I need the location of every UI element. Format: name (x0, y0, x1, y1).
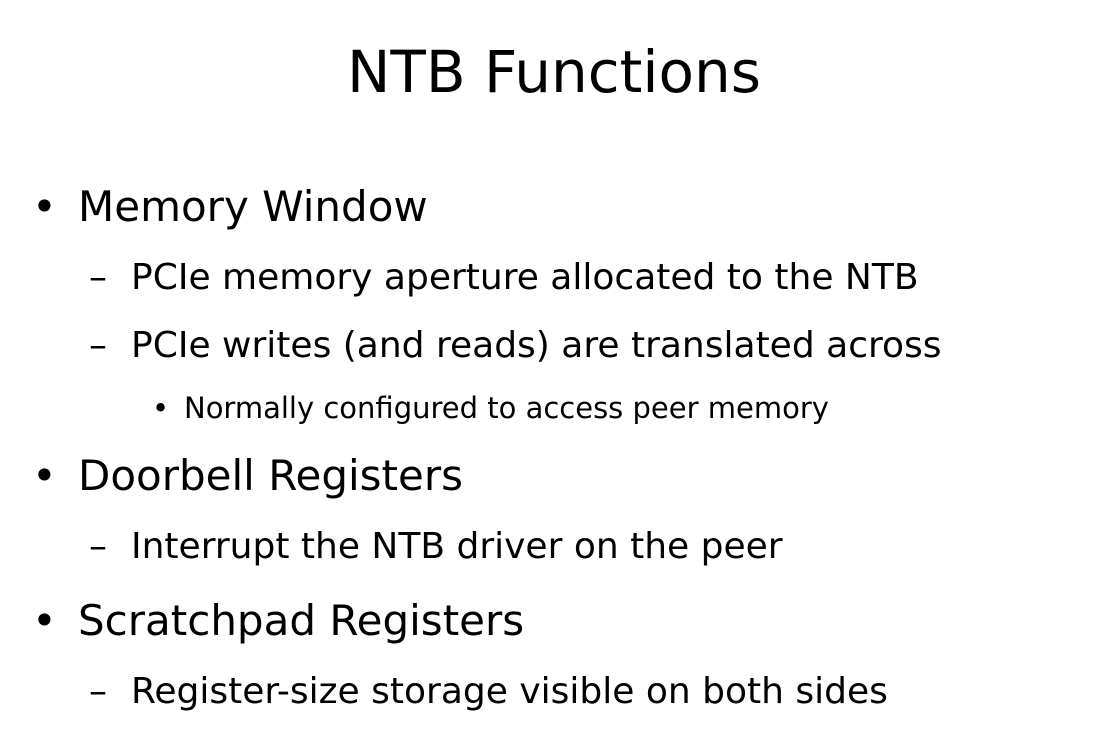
dash-marker: – (89, 671, 107, 712)
slide: NTB Functions • Memory Window – PCIe mem… (0, 0, 1108, 747)
sub-bullet-pcie-writes: – PCIe writes (and reads) are translated… (89, 323, 942, 369)
bullet-doorbell-registers: • Doorbell Registers (32, 450, 463, 502)
bullet-marker: • (152, 391, 170, 425)
bullet-marker: • (32, 596, 57, 645)
sub-bullet-register-storage: – Register-size storage visible on both … (89, 669, 888, 715)
dash-marker: – (89, 257, 107, 298)
bullet-marker: • (32, 451, 57, 500)
slide-title: NTB Functions (347, 38, 761, 106)
sub-bullet-text: PCIe memory aperture allocated to the NT… (131, 257, 919, 298)
bullet-marker: • (32, 182, 57, 231)
sub-sub-bullet-text: Normally configured to access peer memor… (184, 391, 829, 425)
bullet-text: Doorbell Registers (78, 451, 463, 500)
sub-bullet-text: Register-size storage visible on both si… (131, 671, 888, 712)
bullet-scratchpad-registers: • Scratchpad Registers (32, 595, 525, 647)
dash-marker: – (89, 526, 107, 567)
bullet-text: Scratchpad Registers (78, 596, 525, 645)
sub-bullet-text: Interrupt the NTB driver on the peer (131, 526, 783, 567)
sub-sub-bullet-peer-memory: • Normally configured to access peer mem… (152, 389, 829, 427)
sub-bullet-text: PCIe writes (and reads) are translated a… (131, 325, 942, 366)
sub-bullet-pcie-aperture: – PCIe memory aperture allocated to the … (89, 255, 919, 301)
sub-bullet-interrupt-driver: – Interrupt the NTB driver on the peer (89, 524, 783, 570)
dash-marker: – (89, 325, 107, 366)
bullet-text: Memory Window (78, 182, 428, 231)
bullet-memory-window: • Memory Window (32, 181, 428, 233)
